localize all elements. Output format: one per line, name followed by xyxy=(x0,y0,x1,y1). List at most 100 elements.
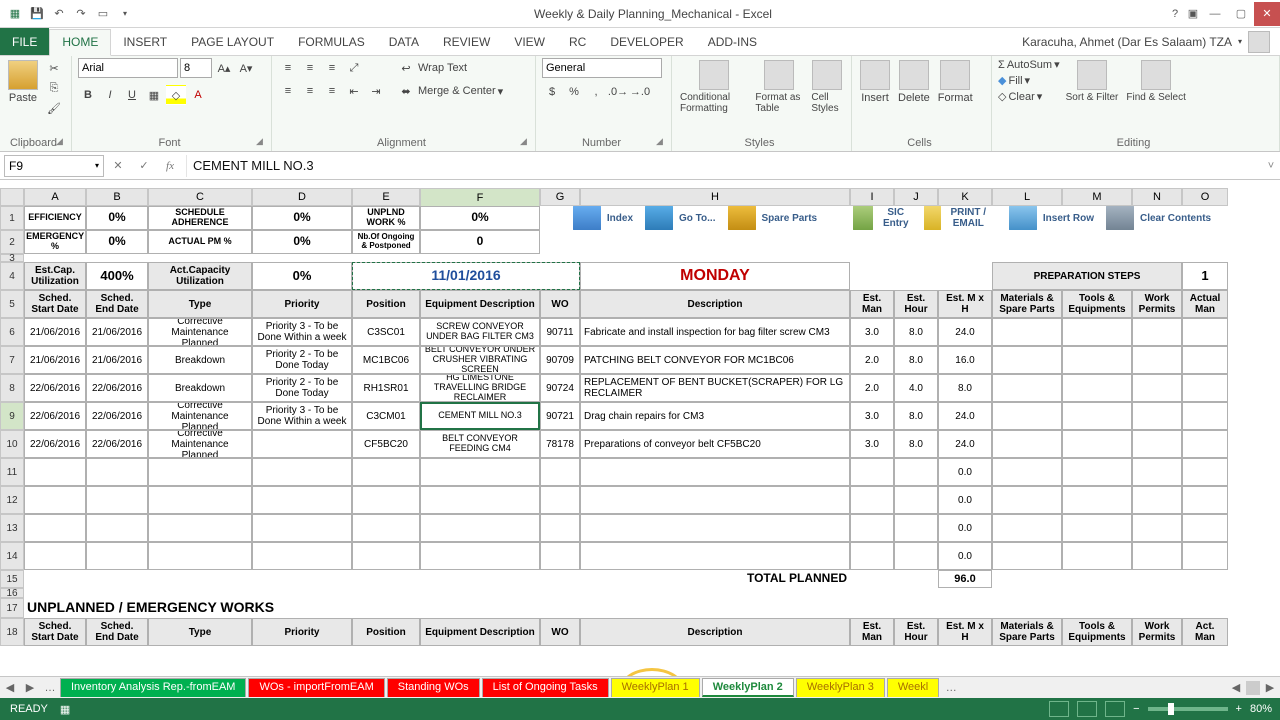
table-cell[interactable]: 21/06/2016 xyxy=(86,318,148,346)
tab-page-layout[interactable]: PAGE LAYOUT xyxy=(179,28,286,55)
table-cell[interactable]: 90721 xyxy=(540,402,580,430)
comma-icon[interactable]: , xyxy=(586,82,606,102)
tab-addins[interactable]: ADD-INS xyxy=(696,28,769,55)
wrap-text-button[interactable]: ↩Wrap Text xyxy=(396,58,503,78)
row-7[interactable]: 7 xyxy=(0,346,24,374)
table-cell[interactable] xyxy=(1062,374,1132,402)
tab-file[interactable]: FILE xyxy=(0,28,49,55)
view-normal-icon[interactable] xyxy=(1049,701,1069,717)
table-cell[interactable] xyxy=(1132,318,1182,346)
table-cell[interactable]: 3.0 xyxy=(850,318,894,346)
table-cell[interactable]: 16.0 xyxy=(938,346,992,374)
fx-icon[interactable]: fx xyxy=(158,155,182,177)
cancel-formula-icon[interactable]: ✕ xyxy=(106,155,130,177)
font-name-select[interactable] xyxy=(78,58,178,78)
table-cell[interactable] xyxy=(992,402,1062,430)
restore-icon[interactable]: ▢ xyxy=(1228,2,1254,26)
conditional-formatting-button[interactable]: Conditional Formatting xyxy=(678,58,749,116)
col-C[interactable]: C xyxy=(148,188,252,206)
currency-icon[interactable]: $ xyxy=(542,82,562,102)
select-all[interactable] xyxy=(0,188,24,206)
table-cell[interactable] xyxy=(1182,346,1228,374)
col-H[interactable]: H xyxy=(580,188,850,206)
table-cell[interactable]: C3SC01 xyxy=(352,318,420,346)
expand-fbar-icon[interactable]: ˅ xyxy=(1262,160,1280,172)
row-10[interactable]: 10 xyxy=(0,430,24,458)
bold-icon[interactable]: B xyxy=(78,85,98,105)
hscroll-left-icon[interactable]: ◀ xyxy=(1226,681,1246,694)
table-cell[interactable]: 8.0 xyxy=(894,318,938,346)
decrease-indent-icon[interactable]: ⇤ xyxy=(344,81,364,101)
zoom-slider[interactable] xyxy=(1148,707,1228,711)
table-cell[interactable]: 21/06/2016 xyxy=(24,346,86,374)
table-cell[interactable]: 22/06/2016 xyxy=(86,402,148,430)
view-pagelayout-icon[interactable] xyxy=(1077,701,1097,717)
table-cell[interactable]: 90724 xyxy=(540,374,580,402)
table-cell[interactable] xyxy=(1062,430,1132,458)
table-cell[interactable]: MC1BC06 xyxy=(352,346,420,374)
tab-insert[interactable]: INSERT xyxy=(111,28,179,55)
table-cell[interactable]: 2.0 xyxy=(850,346,894,374)
col-F[interactable]: F xyxy=(420,188,540,208)
row-9[interactable]: 9 xyxy=(0,402,24,430)
table-cell[interactable] xyxy=(1132,402,1182,430)
row-1[interactable]: 1 xyxy=(0,206,24,230)
table-cell[interactable]: RH1SR01 xyxy=(352,374,420,402)
table-cell[interactable]: HG LIMESTONE TRAVELLING BRIDGE RECLAIMER xyxy=(420,374,540,402)
format-as-table-button[interactable]: Format as Table xyxy=(753,58,805,116)
table-cell[interactable]: 0.0 xyxy=(938,542,992,570)
font-color-icon[interactable]: A xyxy=(188,85,208,105)
table-cell[interactable]: 8.0 xyxy=(894,346,938,374)
kpi-actualpm-value[interactable]: 0% xyxy=(252,230,352,254)
name-box[interactable]: F9▾ xyxy=(4,155,104,177)
table-cell[interactable] xyxy=(992,346,1062,374)
font-size-select[interactable] xyxy=(180,58,212,78)
format-painter-icon[interactable]: 🖌 xyxy=(44,98,64,118)
sheet-tab[interactable]: List of Ongoing Tasks xyxy=(482,678,609,697)
table-cell[interactable]: 21/06/2016 xyxy=(86,346,148,374)
row-14[interactable]: 14 xyxy=(0,542,24,570)
sheet-tab[interactable]: Weekl xyxy=(887,678,939,697)
increase-font-icon[interactable]: A▴ xyxy=(214,58,234,78)
macro-record-icon[interactable]: ▦ xyxy=(60,703,70,716)
table-cell[interactable]: CF5BC20 xyxy=(352,430,420,458)
cell-styles-button[interactable]: Cell Styles xyxy=(809,58,845,116)
kpi-schedule-value[interactable]: 0% xyxy=(252,206,352,230)
goto-button[interactable]: Go To... xyxy=(639,206,721,230)
save-icon[interactable]: 💾 xyxy=(28,5,46,23)
kpi-unplanned-value[interactable]: 0% xyxy=(420,206,540,230)
kpi-emergency-value[interactable]: 0% xyxy=(86,230,148,254)
table-cell[interactable]: 78178 xyxy=(540,430,580,458)
col-J[interactable]: J xyxy=(894,188,938,206)
tab-more-left[interactable]: … xyxy=(40,682,60,694)
index-button[interactable]: Index xyxy=(567,206,639,230)
merge-center-button[interactable]: ⬌Merge & Center ▾ xyxy=(396,81,503,101)
kpi-efficiency-value[interactable]: 0% xyxy=(86,206,148,230)
table-cell[interactable]: 0.0 xyxy=(938,514,992,542)
table-cell[interactable]: Drag chain repairs for CM3 xyxy=(580,402,850,430)
col-I[interactable]: I xyxy=(850,188,894,206)
increase-indent-icon[interactable]: ⇥ xyxy=(366,81,386,101)
table-cell[interactable]: 24.0 xyxy=(938,318,992,346)
table-cell[interactable]: BELT CONVEYOR UNDER CRUSHER VIBRATING SC… xyxy=(420,346,540,374)
table-cell[interactable]: 2.0 xyxy=(850,374,894,402)
fill-color-icon[interactable]: ◇ xyxy=(166,85,186,105)
table-cell[interactable]: Preparations of conveyor belt CF5BC20 xyxy=(580,430,850,458)
avatar[interactable] xyxy=(1248,31,1270,53)
table-cell[interactable]: 22/06/2016 xyxy=(86,374,148,402)
table-cell[interactable]: 22/06/2016 xyxy=(24,374,86,402)
hscroll-thumb[interactable] xyxy=(1246,681,1260,695)
table-cell[interactable] xyxy=(1182,318,1228,346)
table-cell[interactable] xyxy=(1182,430,1228,458)
font-launcher-icon[interactable]: ◢ xyxy=(256,136,268,148)
table-cell[interactable] xyxy=(1132,346,1182,374)
table-cell[interactable]: 4.0 xyxy=(894,374,938,402)
table-cell[interactable]: 21/06/2016 xyxy=(24,318,86,346)
redo-icon[interactable]: ↷ xyxy=(72,5,90,23)
row-18[interactable]: 18 xyxy=(0,618,24,646)
number-format-select[interactable] xyxy=(542,58,662,78)
table-cell[interactable] xyxy=(1132,430,1182,458)
cut-icon[interactable]: ✂ xyxy=(44,58,64,78)
table-cell[interactable]: 22/06/2016 xyxy=(86,430,148,458)
table-cell[interactable]: 8.0 xyxy=(894,430,938,458)
